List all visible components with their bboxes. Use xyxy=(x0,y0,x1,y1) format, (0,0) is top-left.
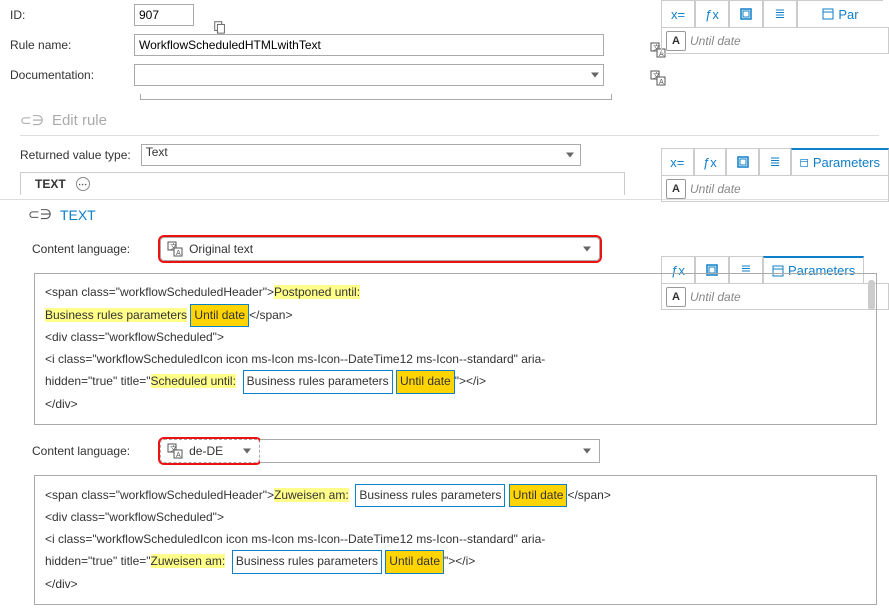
field-type-badge: A xyxy=(666,179,686,199)
tab-list-icon[interactable]: ≣ xyxy=(759,148,792,175)
rule-name-label: Rule name: xyxy=(10,38,128,52)
param-brp[interactable]: Business rules parameters xyxy=(232,550,382,574)
scrollbar-thumb[interactable] xyxy=(868,280,875,310)
highlight-zuweisen: Zuweisen am: xyxy=(151,554,226,568)
documentation-select[interactable] xyxy=(134,64,604,86)
right-panel-mid: x= ƒx ≣ Parameters A Until date xyxy=(661,148,889,202)
param-until-date[interactable]: Until date xyxy=(396,370,455,394)
tab-vars-icon[interactable]: x= xyxy=(661,0,695,27)
translate-icon: 文A xyxy=(167,443,183,459)
id-label: ID: xyxy=(10,8,128,22)
rule-name-input[interactable] xyxy=(134,34,604,56)
highlight-brp: Business rules parameters xyxy=(45,308,187,322)
documentation-label: Documentation: xyxy=(10,68,128,82)
field-until-date: Until date xyxy=(690,182,741,196)
tab-vars-icon[interactable]: x= xyxy=(661,148,694,175)
translate-icon[interactable]: 文A xyxy=(648,68,668,88)
tab-parameters[interactable]: Parameters xyxy=(791,148,889,175)
content-language-select-original[interactable]: 文A Original text xyxy=(160,237,600,261)
highlight-zuweisen: Zuweisen am: xyxy=(274,488,349,502)
param-brp[interactable]: Business rules parameters xyxy=(243,370,393,394)
svg-text:A: A xyxy=(659,79,664,86)
tab-fx-icon[interactable]: ƒx xyxy=(695,0,729,27)
edit-rule-header: ⊂∋ Edit rule xyxy=(0,106,889,135)
link-icon: ⊂∋ xyxy=(20,112,44,129)
content-language-label: Content language: xyxy=(32,444,130,458)
text-node-tag[interactable]: TEXT ⋯ xyxy=(20,172,625,195)
field-until-date: Until date xyxy=(690,34,741,48)
content-language-select-de[interactable]: 文A de-DE xyxy=(160,439,260,463)
code-editor-original[interactable]: <span class="workflowScheduledHeader">Po… xyxy=(34,273,877,425)
copy-icon[interactable] xyxy=(210,17,230,37)
id-input[interactable] xyxy=(134,4,194,26)
text-section-header: ⊂∋ TEXT xyxy=(0,200,889,229)
content-language-select-rest[interactable] xyxy=(260,439,600,463)
highlight-postponed: Postponed until: xyxy=(274,285,360,299)
right-panel-top: x= ƒx ≣ Par A Until date xyxy=(661,0,889,54)
translate-icon: 文A xyxy=(167,241,183,257)
tab-square-icon[interactable] xyxy=(726,148,759,175)
link-icon: ⊂∋ xyxy=(28,206,52,223)
param-until-date[interactable]: Until date xyxy=(385,550,444,574)
tab-square-icon[interactable] xyxy=(729,0,763,27)
tab-fx-icon[interactable]: ƒx xyxy=(694,148,727,175)
field-type-badge: A xyxy=(666,31,686,51)
tab-list-icon[interactable]: ≣ xyxy=(763,0,797,27)
code-editor-de[interactable]: <span class="workflowScheduledHeader">Zu… xyxy=(34,475,877,605)
returned-value-label: Returned value type: xyxy=(20,148,131,162)
param-until-date[interactable]: Until date xyxy=(509,484,568,508)
highlight-scheduled: Scheduled until: xyxy=(151,374,236,388)
content-language-label: Content language: xyxy=(32,242,130,256)
svg-text:A: A xyxy=(176,452,181,459)
more-options-icon[interactable]: ⋯ xyxy=(76,177,90,191)
svg-text:A: A xyxy=(176,250,181,257)
returned-value-select[interactable]: Text xyxy=(141,144,581,166)
param-until-date[interactable]: Until date xyxy=(190,304,249,328)
param-brp[interactable]: Business rules parameters xyxy=(355,484,505,508)
tab-parameters-cut[interactable]: Par xyxy=(797,0,883,27)
